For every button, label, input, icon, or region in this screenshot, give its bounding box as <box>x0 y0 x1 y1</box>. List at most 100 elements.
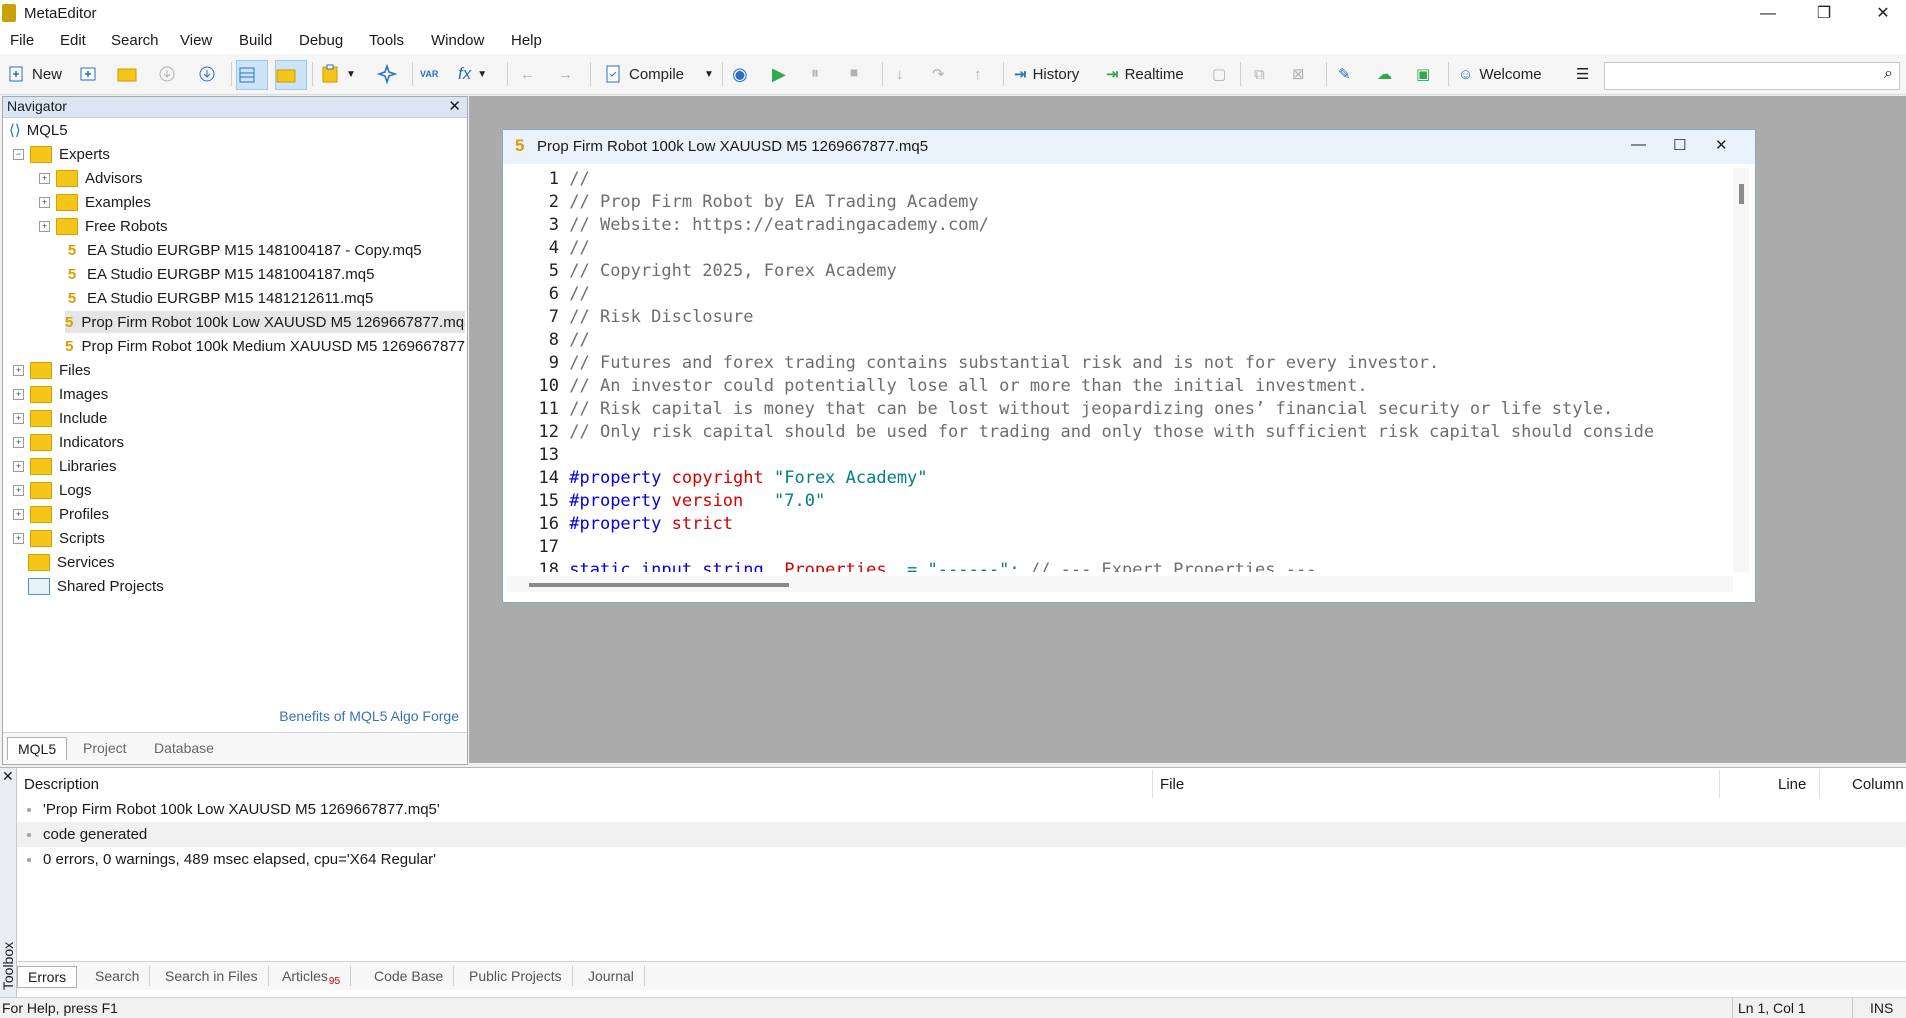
expand-icon[interactable]: + <box>13 388 24 400</box>
code-editor[interactable]: 1 // 2 // Prop Firm Robot by EA Trading … <box>507 168 1731 572</box>
stop-profiling-button[interactable]: ▢ <box>1212 60 1226 88</box>
horizontal-scrollbar[interactable] <box>507 576 1733 592</box>
new-button[interactable]: New <box>6 60 62 88</box>
tree-folder-logs[interactable]: + Logs <box>13 479 92 501</box>
tab-public-projects[interactable]: Public Projects <box>459 966 573 986</box>
insert-variable-button[interactable]: VAR <box>420 60 438 88</box>
tab-project[interactable]: Project <box>73 737 137 759</box>
tree-folder-examples[interactable]: + Examples <box>39 191 151 213</box>
tab-articles[interactable]: Articles95 <box>272 966 352 987</box>
tree-file[interactable]: 5 EA Studio EURGBP M15 1481212611.mq5 <box>65 287 373 309</box>
expand-icon[interactable]: + <box>13 508 24 520</box>
search-settings-button[interactable]: ☰ <box>1576 60 1589 88</box>
expand-icon[interactable]: + <box>39 196 50 208</box>
navigator-toggle-button[interactable] <box>236 60 268 90</box>
tree-folder-include[interactable]: + Include <box>13 407 107 429</box>
back-button[interactable]: ← <box>520 60 535 88</box>
paste-dropdown-button[interactable]: ▼ <box>320 60 356 88</box>
save-button[interactable] <box>157 60 177 88</box>
tree-folder-images[interactable]: + Images <box>13 383 108 405</box>
tree-folder-scripts[interactable]: + Scripts <box>13 527 105 549</box>
doc-close-icon[interactable]: ✕ <box>1715 136 1728 154</box>
tree-folder-shared-projects[interactable]: Shared Projects <box>28 575 164 597</box>
scroll-thumb[interactable] <box>1739 184 1744 204</box>
expand-icon[interactable]: + <box>13 364 24 376</box>
tree-file[interactable]: 5 Prop Firm Robot 100k Medium XAUUSD M5 … <box>65 335 465 357</box>
tree-folder-indicators[interactable]: + Indicators <box>13 431 124 453</box>
save-all-button[interactable] <box>197 60 217 88</box>
tree-folder-services[interactable]: Services <box>28 551 115 573</box>
tree-folder-experts[interactable]: − Experts <box>13 143 110 165</box>
menu-debug[interactable]: Debug <box>299 32 343 49</box>
close-icon[interactable]: ✕ <box>448 97 461 115</box>
stop-button[interactable]: ⏹ <box>850 60 858 88</box>
tree-folder-advisors[interactable]: + Advisors <box>39 167 143 189</box>
expand-icon[interactable]: + <box>39 220 50 232</box>
column-line[interactable]: Line <box>1778 776 1806 793</box>
history-button[interactable]: ⇥ History <box>1014 60 1079 88</box>
tester-button[interactable]: ▣ <box>1416 60 1430 88</box>
algo-forge-link[interactable]: Benefits of MQL5 Algo Forge <box>279 708 459 724</box>
toolbox-toggle-button[interactable] <box>275 60 307 90</box>
tree-file[interactable]: 5 EA Studio EURGBP M15 1481004187 - Copy… <box>65 239 422 261</box>
step-out-button[interactable]: ↑ <box>974 60 982 88</box>
compile-button[interactable]: Compile ▼ <box>603 60 714 88</box>
cloud-storage-button[interactable]: ☁ <box>1377 60 1392 88</box>
tree-folder-files[interactable]: + Files <box>13 359 91 381</box>
column-description[interactable]: Description <box>24 776 99 793</box>
scroll-thumb[interactable] <box>529 583 789 587</box>
menu-help[interactable]: Help <box>511 32 542 49</box>
ai-assistant-button[interactable] <box>377 60 397 88</box>
column-column[interactable]: Column <box>1852 776 1904 793</box>
doc-maximize-icon[interactable]: ☐ <box>1673 136 1686 154</box>
minimize-button[interactable]: — <box>1745 0 1791 28</box>
close-icon[interactable]: ✕ <box>2 768 14 785</box>
search-input[interactable]: ⌕ <box>1604 62 1900 90</box>
tree-root-mql5[interactable]: ⟨⟩ MQL5 <box>9 119 68 141</box>
welcome-button[interactable]: ☺ Welcome <box>1458 60 1542 88</box>
menu-build[interactable]: Build <box>239 32 272 49</box>
expand-icon[interactable]: + <box>13 532 24 544</box>
tab-journal[interactable]: Journal <box>578 966 645 986</box>
expand-icon[interactable]: + <box>13 436 24 448</box>
tree-file[interactable]: 5 EA Studio EURGBP M15 1481004187.mq5 <box>65 263 375 285</box>
menu-view[interactable]: View <box>180 32 212 49</box>
forward-button[interactable]: → <box>558 60 573 88</box>
tab-search[interactable]: Search <box>85 966 151 986</box>
insert-function-button[interactable]: fx ▼ <box>458 60 487 88</box>
open-button[interactable] <box>117 60 137 88</box>
copy-button[interactable]: ⧉ <box>1254 60 1265 88</box>
publish-button[interactable]: ✎ <box>1338 60 1351 88</box>
tab-errors[interactable]: Errors <box>17 966 78 988</box>
vertical-scrollbar[interactable] <box>1733 168 1749 572</box>
menu-edit[interactable]: Edit <box>60 32 86 49</box>
expand-icon[interactable]: + <box>13 460 24 472</box>
tree-folder-free-robots[interactable]: + Free Robots <box>39 215 168 237</box>
doc-minimize-icon[interactable]: — <box>1631 136 1646 153</box>
tab-mql5[interactable]: MQL5 <box>7 737 68 760</box>
expand-icon[interactable]: + <box>39 172 50 184</box>
tree-file-selected[interactable]: 5 Prop Firm Robot 100k Low XAUUSD M5 126… <box>65 311 465 333</box>
tree-folder-profiles[interactable]: + Profiles <box>13 503 109 525</box>
tab-code-base[interactable]: Code Base <box>364 966 455 986</box>
menu-tools[interactable]: Tools <box>369 32 404 49</box>
realtime-button[interactable]: ⇥ Realtime <box>1106 60 1184 88</box>
maximize-button[interactable]: ❐ <box>1801 0 1847 28</box>
collapse-icon[interactable]: − <box>13 148 24 160</box>
message-row[interactable]: code generated <box>17 822 1906 847</box>
step-into-button[interactable]: ↓ <box>896 60 904 88</box>
expand-icon[interactable]: + <box>13 412 24 424</box>
pause-button[interactable]: ⏸ <box>811 60 819 88</box>
start-debug-real-button[interactable]: ◉ <box>732 60 748 88</box>
tree-folder-libraries[interactable]: + Libraries <box>13 455 117 477</box>
column-file[interactable]: File <box>1160 776 1184 793</box>
start-debug-history-button[interactable]: ▶ <box>772 60 786 88</box>
find-button[interactable]: ⊠ <box>1292 60 1305 88</box>
message-row[interactable]: 'Prop Firm Robot 100k Low XAUUSD M5 1269… <box>17 797 1906 822</box>
tab-database[interactable]: Database <box>144 737 224 759</box>
close-button[interactable]: ✕ <box>1860 0 1906 28</box>
step-over-button[interactable]: ↷ <box>932 60 945 88</box>
message-row[interactable]: 0 errors, 0 warnings, 489 msec elapsed, … <box>17 847 1906 872</box>
tab-search-in-files[interactable]: Search in Files <box>155 966 269 986</box>
menu-file[interactable]: File <box>10 32 34 49</box>
